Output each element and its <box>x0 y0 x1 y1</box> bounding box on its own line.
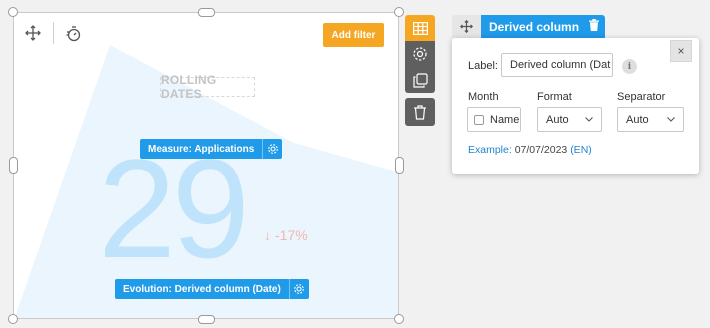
checkbox-box[interactable] <box>474 114 484 125</box>
format-caption: Format <box>537 91 572 103</box>
resize-handle-top-left[interactable] <box>8 7 18 17</box>
resize-handle-top[interactable] <box>198 8 215 17</box>
month-caption: Month <box>468 91 499 103</box>
move-icon[interactable] <box>23 23 43 43</box>
gear-icon[interactable] <box>405 41 435 67</box>
trash-icon[interactable] <box>589 19 600 34</box>
resize-handle-top-right[interactable] <box>394 7 404 17</box>
gear-icon[interactable] <box>262 139 282 159</box>
arrow-down-icon: ↓ <box>264 227 271 243</box>
move-icon[interactable] <box>452 15 481 38</box>
add-filter-button[interactable]: Add filter <box>323 23 384 47</box>
format-select-value: Auto <box>546 113 569 126</box>
resize-handle-bottom[interactable] <box>198 315 215 324</box>
evolution-pill-label: Evolution: Derived column (Date) <box>123 283 281 295</box>
duplicate-icon[interactable] <box>405 67 435 93</box>
panel-title: Derived column <box>489 19 580 34</box>
resize-handle-left[interactable] <box>9 157 18 174</box>
example-value: 07/07/2023 <box>514 144 568 156</box>
trash-icon[interactable] <box>405 98 435 126</box>
resize-handle-right[interactable] <box>395 157 404 174</box>
gear-icon[interactable] <box>288 279 309 299</box>
info-icon[interactable]: i <box>622 59 637 74</box>
measure-pill-label: Measure: Applications <box>148 143 255 155</box>
resize-handle-bottom-left[interactable] <box>8 314 18 324</box>
toolbar-divider <box>53 22 54 44</box>
separator-caption: Separator <box>617 91 666 103</box>
separator-select-value: Auto <box>626 113 649 126</box>
evolution-value: -17% <box>275 227 308 243</box>
close-button[interactable]: × <box>670 40 692 62</box>
format-select[interactable]: Auto <box>537 107 602 132</box>
evolution-indicator: ↓ -17% <box>264 227 308 243</box>
kpi-widget[interactable]: Add filter ROLLING DATES 29 ↓ -17% Measu… <box>13 12 399 319</box>
evolution-pill[interactable]: Evolution: Derived column (Date) <box>115 279 309 299</box>
close-icon: × <box>677 44 685 58</box>
resize-handle-bottom-right[interactable] <box>394 314 404 324</box>
label-caption: Label: <box>468 60 498 72</box>
widget-side-toolbar <box>405 15 435 126</box>
label-input[interactable]: Derived column (Dat <box>501 53 613 77</box>
panel-header: Derived column <box>452 15 606 38</box>
widget-title-placeholder[interactable]: ROLLING DATES <box>160 73 255 101</box>
month-name-checkbox[interactable]: Name <box>467 107 521 132</box>
example-preview: Example: 07/07/2023 (EN) <box>468 144 592 156</box>
derived-column-tab[interactable]: Derived column <box>481 15 606 38</box>
chevron-down-icon <box>585 117 593 122</box>
separator-select[interactable]: Auto <box>617 107 684 132</box>
table-icon[interactable] <box>405 15 435 41</box>
example-key: Example: <box>468 144 512 156</box>
chevron-down-icon <box>667 117 675 122</box>
example-locale-link[interactable]: (EN) <box>570 144 592 156</box>
kpi-value: 29 <box>98 130 250 287</box>
month-name-label: Name <box>490 113 520 126</box>
measure-pill[interactable]: Measure: Applications <box>140 139 283 159</box>
history-timer-icon[interactable] <box>63 23 83 43</box>
